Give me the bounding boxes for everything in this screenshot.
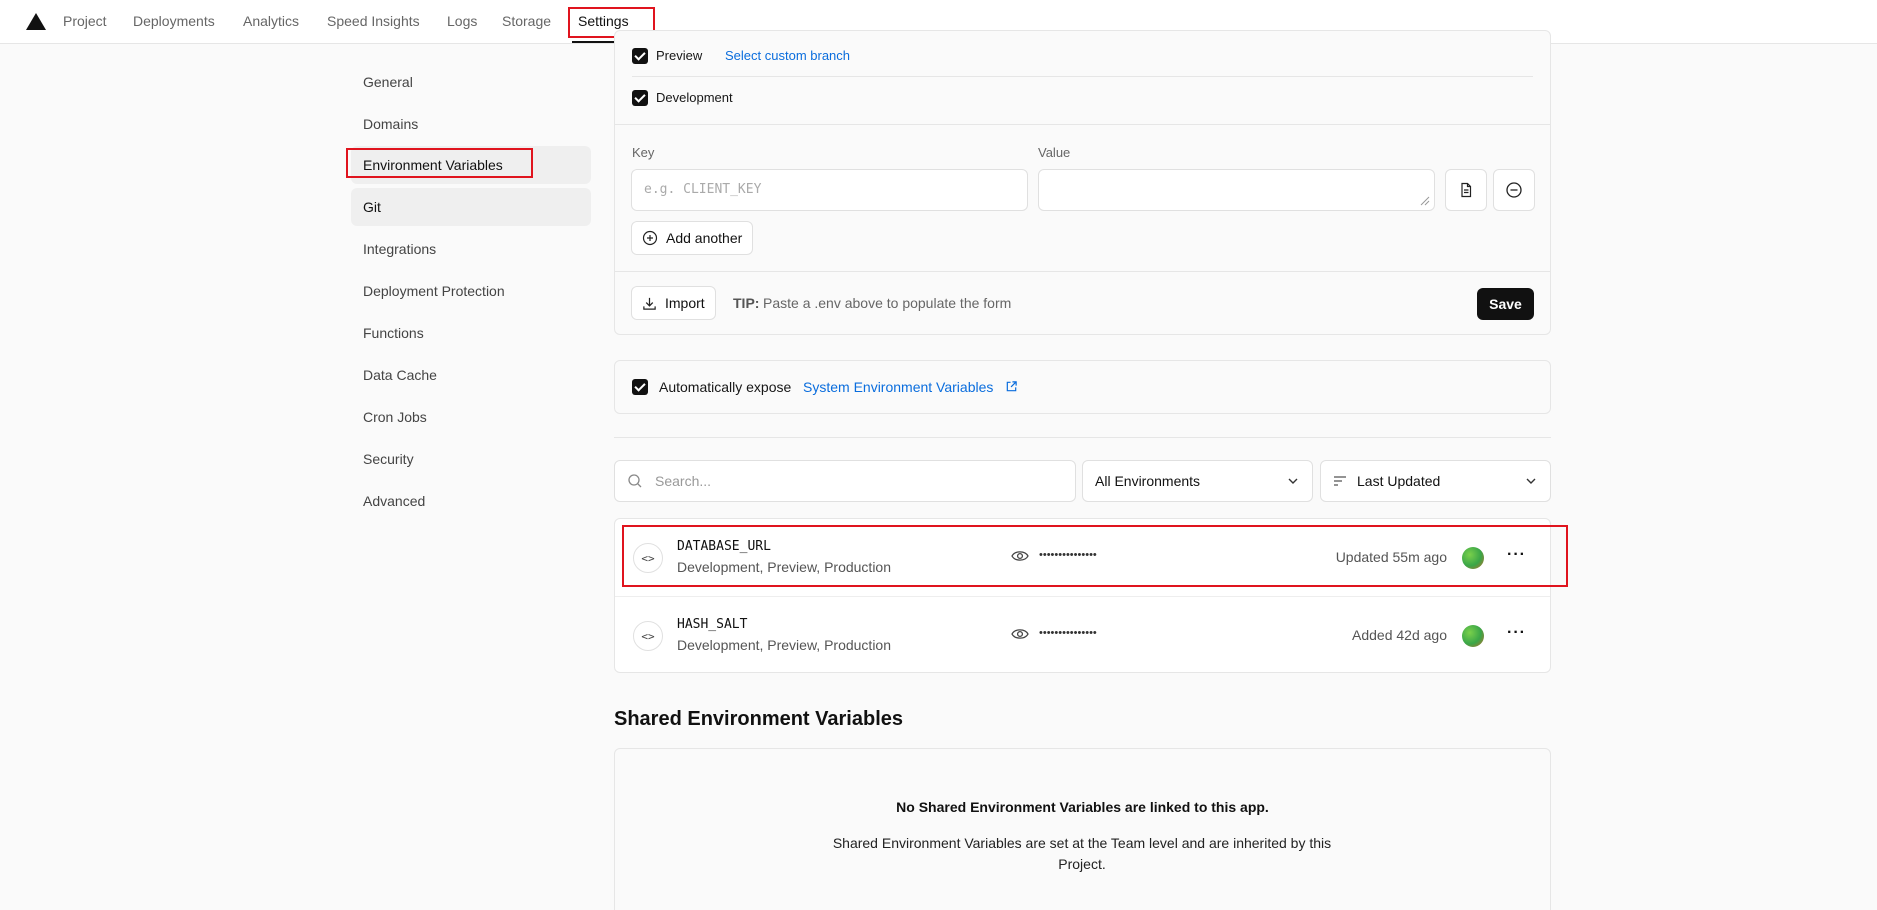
code-icon: <> [633, 621, 663, 651]
tab-deployments[interactable]: Deployments [133, 13, 215, 29]
sidebar-item-cron-jobs[interactable]: Cron Jobs [351, 398, 591, 436]
sidebar-item-security[interactable]: Security [351, 440, 591, 478]
remove-row-button[interactable] [1493, 169, 1535, 211]
auto-expose-checkbox[interactable] [632, 379, 648, 395]
tip-label: TIP: [733, 295, 760, 311]
select-custom-branch-link[interactable]: Select custom branch [725, 48, 850, 63]
env-var-targets: Development, Preview, Production [677, 637, 891, 653]
save-button[interactable]: Save [1477, 288, 1534, 320]
sidebar-item-environment-variables[interactable]: Environment Variables [351, 146, 591, 184]
env-var-row[interactable]: <> DATABASE_URL Development, Preview, Pr… [615, 519, 1550, 597]
tab-speed-insights[interactable]: Speed Insights [327, 13, 420, 29]
divider [615, 124, 1550, 125]
document-icon [1461, 182, 1472, 198]
add-another-label: Add another [666, 230, 743, 246]
tab-analytics[interactable]: Analytics [243, 13, 299, 29]
sidebar-item-git[interactable]: Git [351, 188, 591, 226]
file-paste-button[interactable] [1445, 169, 1487, 211]
shared-empty-title: No Shared Environment Variables are link… [896, 799, 1269, 815]
tip-text: Paste a .env above to populate the form [763, 295, 1012, 311]
preview-checkbox[interactable] [632, 48, 648, 64]
add-env-var-form: Preview Select custom branch Development… [614, 30, 1551, 335]
env-var-timestamp: Updated 55m ago [1335, 549, 1447, 565]
sidebar-item-advanced[interactable]: Advanced [351, 482, 591, 520]
auto-expose-label: Automatically expose [659, 379, 792, 395]
plus-circle-icon [642, 230, 658, 246]
env-var-row[interactable]: <> HASH_SALT Development, Preview, Produ… [615, 597, 1550, 674]
env-var-list: <> DATABASE_URL Development, Preview, Pr… [614, 518, 1551, 673]
vercel-logo-icon[interactable] [26, 13, 46, 30]
chevron-down-icon [1526, 478, 1536, 484]
sort-select[interactable]: Last Updated [1320, 460, 1551, 502]
eye-icon[interactable] [1011, 627, 1029, 641]
import-label: Import [665, 295, 705, 311]
env-var-targets: Development, Preview, Production [677, 559, 891, 575]
system-env-vars-card: Automatically expose System Environment … [614, 360, 1551, 414]
avatar [1462, 625, 1484, 647]
search-icon [628, 474, 642, 488]
search-field[interactable]: Search... [614, 460, 1076, 502]
shared-env-vars-card: No Shared Environment Variables are link… [614, 748, 1551, 910]
value-textarea[interactable] [1038, 169, 1435, 211]
tab-logs[interactable]: Logs [447, 13, 477, 29]
sort-select-value: Last Updated [1357, 473, 1441, 489]
divider [615, 271, 1550, 272]
tab-project[interactable]: Project [63, 13, 107, 29]
minus-circle-icon [1506, 182, 1522, 198]
system-env-vars-link[interactable]: System Environment Variables [803, 379, 993, 395]
env-var-key: HASH_SALT [677, 617, 748, 632]
eye-icon[interactable] [1011, 549, 1029, 563]
download-icon [643, 297, 656, 310]
import-button[interactable]: Import [631, 286, 716, 320]
more-options-icon[interactable]: ··· [1507, 624, 1526, 642]
env-var-masked-value: ••••••••••••••• [1039, 549, 1097, 561]
code-icon: <> [633, 543, 663, 573]
divider [632, 76, 1533, 77]
resize-handle-icon[interactable] [1420, 196, 1430, 206]
sidebar-item-deployment-protection[interactable]: Deployment Protection [351, 272, 591, 310]
tab-settings[interactable]: Settings [578, 13, 629, 29]
development-label: Development [656, 90, 733, 105]
sidebar-item-data-cache[interactable]: Data Cache [351, 356, 591, 394]
development-checkbox[interactable] [632, 90, 648, 106]
preview-label: Preview [656, 48, 703, 63]
shared-section-title: Shared Environment Variables [614, 708, 903, 730]
value-label: Value [1038, 145, 1071, 160]
sidebar-item-domains[interactable]: Domains [351, 105, 591, 143]
chevron-down-icon [1288, 478, 1298, 484]
key-label: Key [632, 145, 655, 160]
sidebar-item-general[interactable]: General [351, 63, 591, 101]
shared-empty-description: Shared Environment Variables are set at … [832, 835, 1332, 872]
env-var-key: DATABASE_URL [677, 539, 771, 554]
key-input[interactable]: e.g. CLIENT_KEY [631, 169, 1028, 211]
environment-select-value: All Environments [1095, 473, 1201, 489]
sidebar-item-functions[interactable]: Functions [351, 314, 591, 352]
external-link-icon[interactable] [1005, 380, 1018, 393]
sidebar-item-integrations[interactable]: Integrations [351, 230, 591, 268]
environment-select[interactable]: All Environments [1082, 460, 1313, 502]
tab-storage[interactable]: Storage [502, 13, 551, 29]
sort-lines-icon [1334, 476, 1346, 486]
divider [614, 437, 1551, 438]
env-var-masked-value: ••••••••••••••• [1039, 627, 1097, 639]
add-another-button[interactable]: Add another [631, 221, 754, 255]
more-options-icon[interactable]: ··· [1507, 546, 1526, 564]
env-var-timestamp: Added 42d ago [1352, 627, 1447, 643]
avatar [1462, 547, 1484, 569]
search-input[interactable]: Search... [655, 473, 711, 489]
